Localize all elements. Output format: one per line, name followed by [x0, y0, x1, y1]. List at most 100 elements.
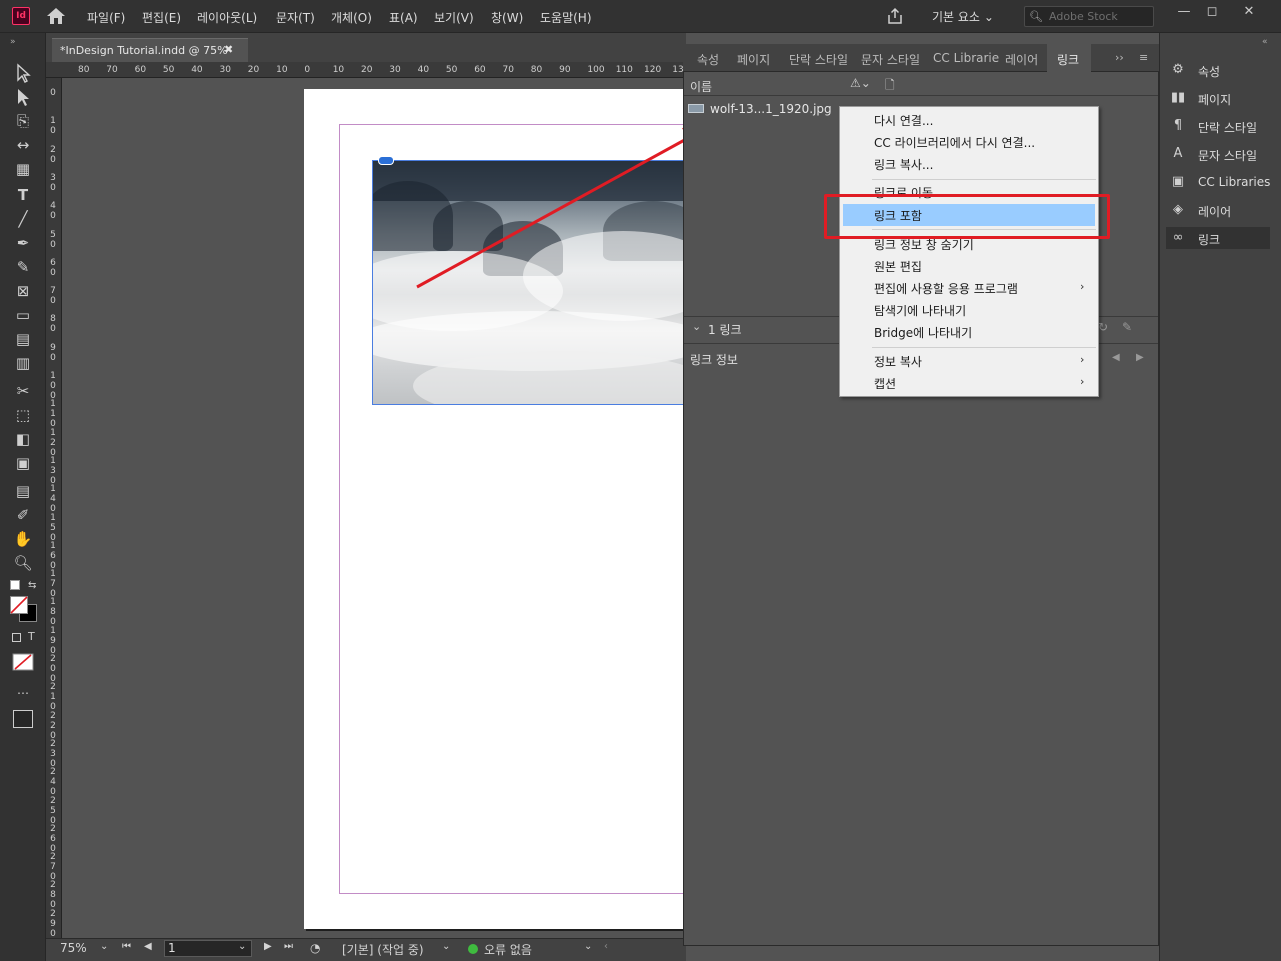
page-dropdown-icon[interactable]: ⌄: [238, 941, 246, 952]
home-icon[interactable]: [46, 7, 66, 25]
vertical-ruler[interactable]: 01 02 03 04 05 06 07 08 09 01 0 01 1 01 …: [46, 78, 62, 938]
errors-dropdown-icon[interactable]: ⌄: [584, 941, 592, 952]
formatting-text-icon[interactable]: T: [28, 630, 35, 643]
page-tool-icon[interactable]: ⎘: [11, 110, 35, 132]
link-info-header[interactable]: 링크 정보: [690, 351, 738, 368]
direct-selection-tool-icon[interactable]: [11, 86, 35, 108]
zoom-level[interactable]: 75%: [60, 941, 87, 955]
tab-pages[interactable]: 페이지: [737, 51, 770, 68]
gradient-feather-tool-icon[interactable]: ▣: [11, 452, 35, 474]
tab-layers[interactable]: 레이어: [1005, 51, 1038, 68]
pen-tool-icon[interactable]: ✒: [11, 232, 35, 254]
last-page-icon[interactable]: ⏭: [284, 941, 293, 952]
tab-properties[interactable]: 속성: [697, 51, 719, 68]
selection-tool-icon[interactable]: [11, 62, 35, 84]
zoom-dropdown-icon[interactable]: ⌄: [100, 941, 108, 952]
menu-type[interactable]: 문자(T): [276, 9, 315, 26]
dock-item-links[interactable]: ∞ 링크: [1166, 227, 1270, 249]
rectangle-frame-tool-icon[interactable]: ⊠: [11, 280, 35, 302]
first-page-icon[interactable]: ⏮: [122, 941, 131, 952]
placed-image-frame[interactable]: [372, 160, 692, 405]
zoom-tool-icon[interactable]: 🔍︎: [11, 552, 35, 574]
link-file-name[interactable]: wolf-13...1_1920.jpg: [710, 102, 832, 116]
default-colors-icon[interactable]: [10, 580, 20, 590]
preflight-profile[interactable]: [기본] (작업 중): [342, 941, 424, 958]
horizontal-ruler[interactable]: 80 70 60 50 40 30 20 10 0 10 20 30 40 50 60 70 80 90 100 11…: [46, 62, 686, 78]
next-link-icon[interactable]: ▶: [1136, 352, 1144, 363]
status-column-icon[interactable]: ⚠⌄: [850, 76, 871, 90]
menu-item-edit-original[interactable]: 원본 편집: [874, 258, 922, 275]
collapse-chevron-icon[interactable]: ⌄: [692, 320, 701, 333]
dock-item-layers[interactable]: ◈ 레이어: [1166, 199, 1270, 221]
restore-button[interactable]: ◻: [1196, 3, 1228, 21]
fill-swatch-none[interactable]: [10, 596, 28, 614]
menu-help[interactable]: 도움말(H): [540, 9, 592, 26]
menu-item-reveal-explorer[interactable]: 탐색기에 나타내기: [874, 302, 966, 319]
panel-menu-icon[interactable]: ≡: [1139, 51, 1148, 64]
content-collector-icon[interactable]: ▦: [11, 158, 35, 180]
menu-edit[interactable]: 편집(E): [142, 9, 181, 26]
tab-links[interactable]: 링크: [1047, 44, 1091, 72]
menu-file[interactable]: 파일(F): [87, 9, 125, 26]
grid-tool-icon[interactable]: ▥: [11, 352, 35, 374]
dock-item-properties[interactable]: ⚙ 속성: [1166, 59, 1270, 81]
note-tool-icon[interactable]: ▤: [11, 480, 35, 502]
close-window-button[interactable]: ✕: [1233, 3, 1265, 21]
scissors-tool-icon[interactable]: ✂: [11, 380, 35, 402]
dock-item-paragraph-styles[interactable]: ¶ 단락 스타일: [1166, 115, 1270, 137]
menu-item-edit-with[interactable]: 편집에 사용할 응용 프로그램: [874, 280, 1018, 297]
profile-dropdown-icon[interactable]: ⌄: [442, 941, 450, 952]
page-column-icon[interactable]: 🗋︎: [885, 76, 895, 97]
gradient-swatch-tool-icon[interactable]: ◧: [11, 428, 35, 450]
preflight-errors[interactable]: 오류 없음: [484, 941, 532, 958]
column-name-header[interactable]: 이름: [690, 78, 712, 95]
scroll-left-icon[interactable]: ‹: [604, 941, 608, 952]
line-tool-icon[interactable]: ╱: [11, 208, 35, 230]
previous-link-icon[interactable]: ◀: [1112, 352, 1120, 363]
dock-item-character-styles[interactable]: A 문자 스타일: [1166, 143, 1270, 165]
update-link-icon[interactable]: ↻: [1098, 320, 1108, 334]
menu-item-copy-links[interactable]: 링크 복사...: [874, 156, 933, 173]
gap-tool-icon[interactable]: ↔: [11, 134, 35, 156]
link-badge-icon[interactable]: [378, 156, 394, 165]
swap-colors-icon[interactable]: ⇆: [28, 580, 36, 591]
menu-view[interactable]: 보기(V): [434, 9, 474, 26]
menu-item-reveal-bridge[interactable]: Bridge에 나타내기: [874, 324, 972, 341]
tab-paragraph-styles[interactable]: 단락 스타일: [789, 51, 848, 68]
menu-item-captions[interactable]: 캡션: [874, 375, 896, 392]
screen-mode-icon[interactable]: ⋯: [11, 682, 35, 704]
type-tool-icon[interactable]: T: [11, 184, 35, 206]
workspace-switcher[interactable]: 기본 요소 ⌄: [932, 8, 994, 25]
menu-item-relink[interactable]: 다시 연결...: [874, 112, 933, 129]
tab-character-styles[interactable]: 문자 스타일: [861, 51, 920, 68]
rectangle-tool-icon[interactable]: ▭: [11, 304, 35, 326]
more-tabs-icon[interactable]: ››: [1115, 51, 1124, 64]
pencil-tool-icon[interactable]: ✎: [11, 256, 35, 278]
next-page-icon[interactable]: ▶: [264, 941, 272, 952]
apply-none-icon[interactable]: [12, 653, 34, 671]
collapse-toolbar-icon[interactable]: »: [10, 37, 16, 47]
share-icon[interactable]: [886, 7, 904, 25]
table-tool-icon[interactable]: ▤: [11, 328, 35, 350]
free-transform-tool-icon[interactable]: ⬚: [11, 404, 35, 426]
formatting-container-icon[interactable]: [12, 633, 21, 642]
edit-original-icon[interactable]: ✎: [1122, 320, 1132, 334]
menu-table[interactable]: 표(A): [389, 9, 418, 26]
eyedropper-tool-icon[interactable]: ✐: [11, 504, 35, 526]
menu-item-copy-info[interactable]: 정보 복사: [874, 353, 922, 370]
collapse-dock-icon[interactable]: «: [1262, 37, 1268, 47]
tab-cc-libraries[interactable]: CC Librarie: [933, 51, 999, 65]
preview-mode-icon[interactable]: [13, 710, 33, 728]
menu-layout[interactable]: 레이아웃(L): [197, 9, 257, 26]
open-page-icon[interactable]: ◔: [310, 941, 320, 955]
menu-item-relink-cc[interactable]: CC 라이브러리에서 다시 연결...: [874, 134, 1035, 151]
close-tab-icon[interactable]: ✖: [224, 43, 233, 56]
menu-window[interactable]: 창(W): [491, 9, 523, 26]
hand-tool-icon[interactable]: ✋: [11, 528, 35, 550]
dock-item-pages[interactable]: ▮▮ 페이지: [1166, 87, 1270, 109]
dock-item-cc-libraries[interactable]: ▣ CC Libraries: [1166, 171, 1271, 193]
document-tab[interactable]: *InDesign Tutorial.indd @ 75% ✖: [52, 38, 248, 63]
adobe-stock-search[interactable]: 🔍︎ Adobe Stock: [1024, 6, 1154, 27]
previous-page-icon[interactable]: ◀: [144, 941, 152, 952]
menu-object[interactable]: 개체(O): [331, 9, 372, 26]
